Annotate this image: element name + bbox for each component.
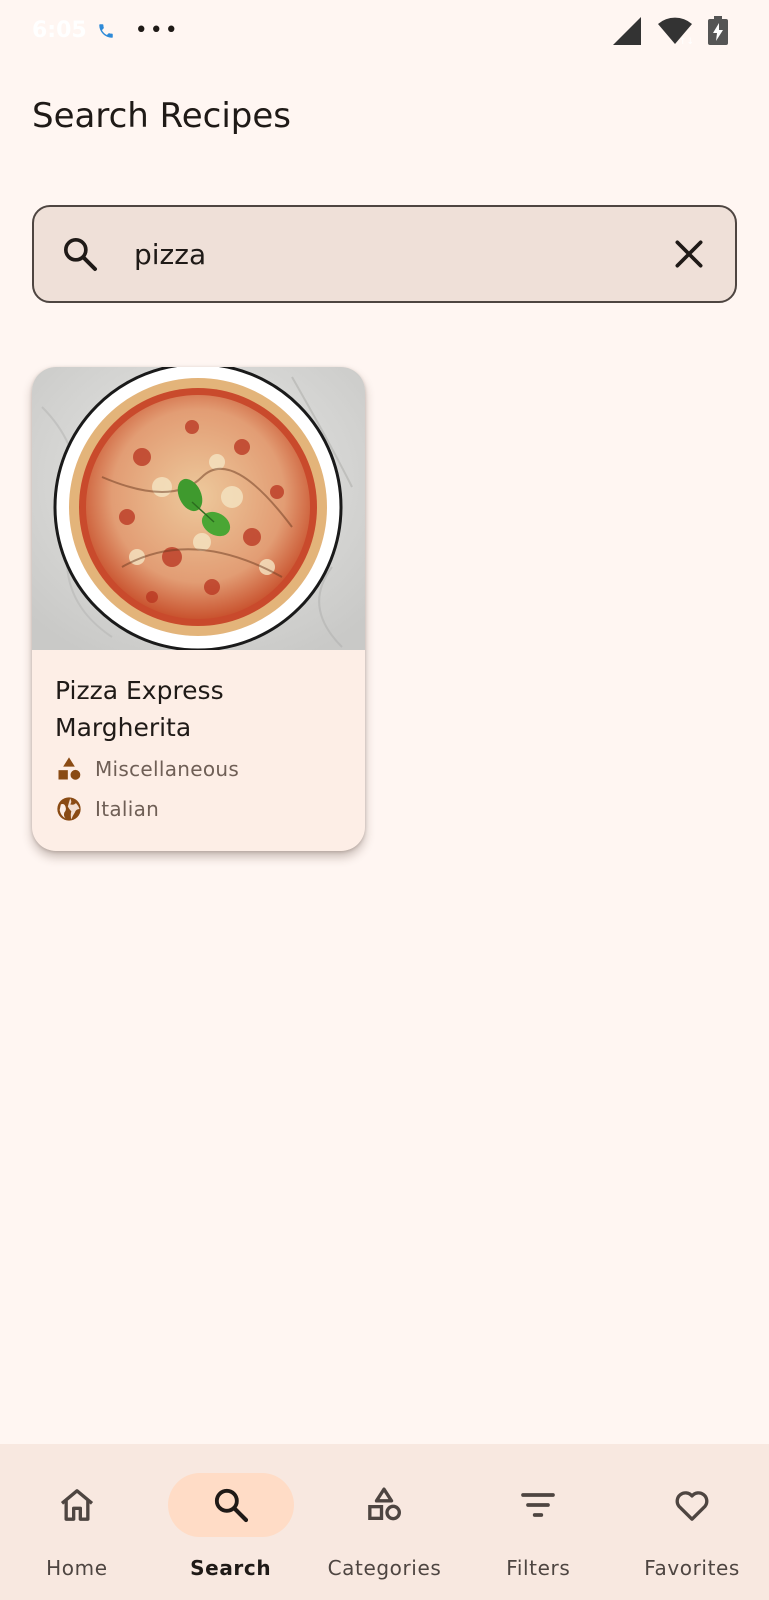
recipe-category: Miscellaneous xyxy=(95,757,240,781)
more-dots-icon: ••• xyxy=(134,17,180,43)
nav-item-favorites[interactable]: Favorites xyxy=(615,1444,769,1600)
nav-pill xyxy=(629,1473,755,1537)
phone-call-icon xyxy=(97,22,115,40)
wifi-icon: ↑↓ xyxy=(657,16,693,46)
filter-icon xyxy=(521,1493,556,1517)
heart-icon xyxy=(675,1491,709,1521)
page-title: Search Recipes xyxy=(32,96,291,136)
nav-pill xyxy=(475,1473,601,1537)
nav-item-home[interactable]: Home xyxy=(0,1444,154,1600)
status-time: 6:05 xyxy=(32,18,87,43)
search-icon xyxy=(214,1488,248,1523)
close-icon[interactable] xyxy=(669,234,709,274)
recipe-category-row: Miscellaneous xyxy=(55,755,239,783)
recipe-card[interactable]: Pizza Express Margherita Miscellaneous I… xyxy=(32,367,365,851)
status-right: ↑↓ xyxy=(611,16,729,46)
svg-text:↑↓: ↑↓ xyxy=(679,37,693,46)
status-bar: 6:05 ••• ↑↓ xyxy=(0,0,769,66)
search-icon[interactable] xyxy=(60,234,100,274)
battery-charging-icon xyxy=(707,16,729,46)
nav-label-filters: Filters xyxy=(506,1556,571,1580)
recipe-area: Italian xyxy=(95,797,160,821)
nav-label-search: Search xyxy=(190,1556,272,1580)
recipe-area-row: Italian xyxy=(55,795,159,823)
nav-label-categories: Categories xyxy=(327,1556,442,1580)
recipe-title: Pizza Express Margherita xyxy=(55,676,224,742)
nav-pill-active xyxy=(167,1473,294,1537)
category-shapes-icon xyxy=(58,757,81,780)
search-screen: 6:05 ••• ↑↓ Search Recipes pizza Pizza E… xyxy=(0,0,769,1600)
bottom-navigation: Home Search Categories Filters Favorites xyxy=(0,1444,769,1600)
nav-item-filters[interactable]: Filters xyxy=(461,1444,615,1600)
globe-icon xyxy=(57,797,81,821)
search-bar[interactable] xyxy=(32,205,737,303)
home-icon xyxy=(60,1489,93,1521)
search-input[interactable] xyxy=(134,227,654,281)
nav-label-home: Home xyxy=(46,1556,108,1580)
category-shapes-icon xyxy=(368,1487,402,1521)
nav-pill xyxy=(321,1473,447,1537)
cell-signal-icon xyxy=(611,16,643,46)
recipe-image xyxy=(32,367,365,650)
nav-item-search[interactable]: Search xyxy=(154,1444,308,1600)
nav-pill xyxy=(14,1473,140,1537)
nav-label-favorites: Favorites xyxy=(644,1556,740,1580)
status-left: 6:05 ••• xyxy=(32,18,180,43)
nav-item-categories[interactable]: Categories xyxy=(308,1444,462,1600)
